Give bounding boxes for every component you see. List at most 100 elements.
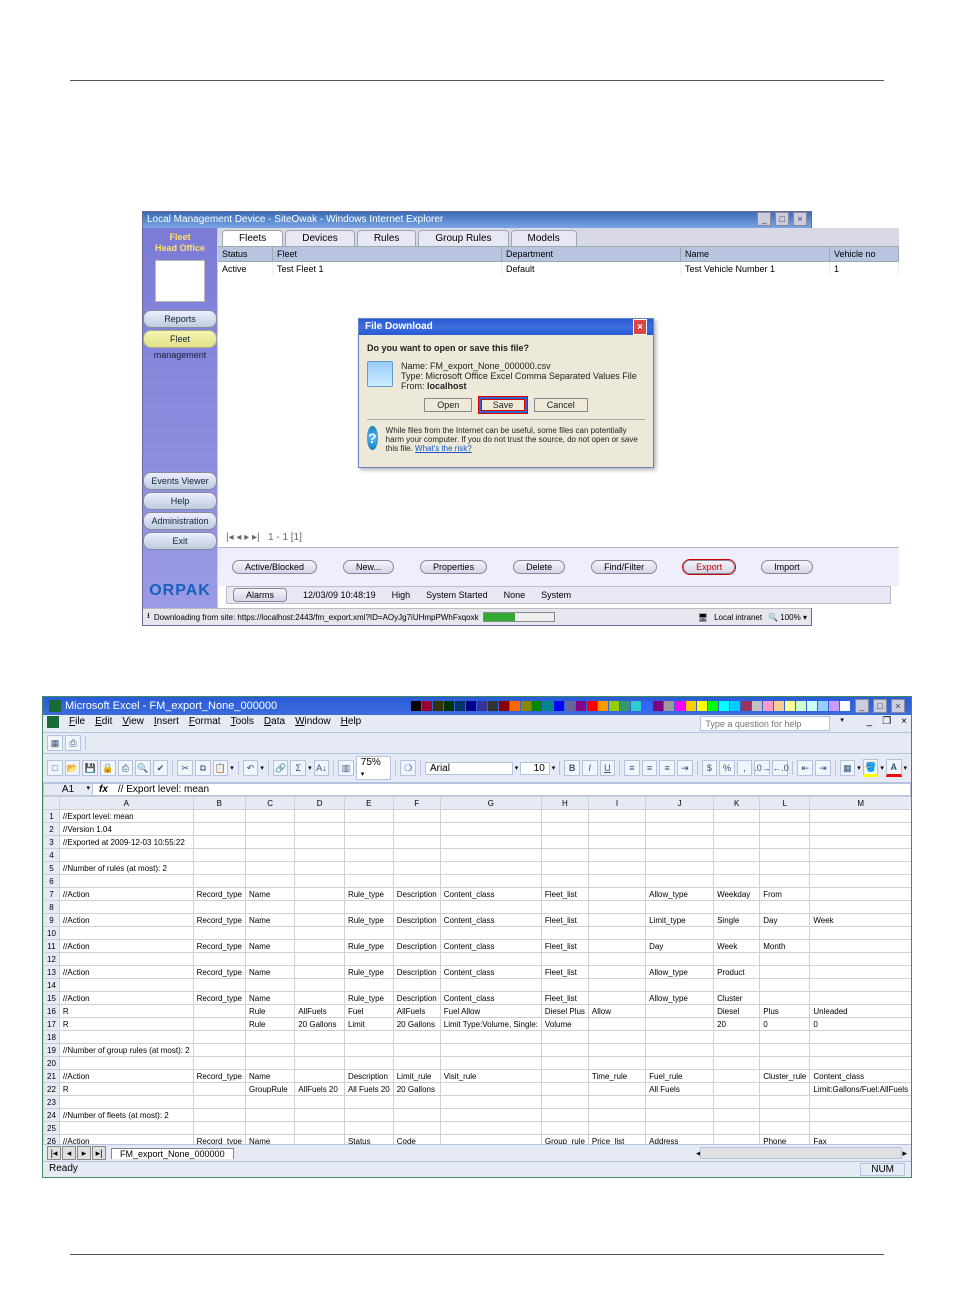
cell[interactable] xyxy=(393,823,440,836)
cell[interactable] xyxy=(541,810,588,823)
cell[interactable] xyxy=(541,1070,588,1083)
cell[interactable] xyxy=(393,810,440,823)
row-header[interactable]: 8 xyxy=(44,901,60,914)
color-swatch[interactable] xyxy=(697,701,707,711)
cell[interactable] xyxy=(193,1122,245,1135)
sheet-prev-icon[interactable]: ◂ xyxy=(62,1146,76,1160)
cell[interactable]: Fuel xyxy=(344,1005,393,1018)
row-header[interactable]: 17 xyxy=(44,1018,60,1031)
cell[interactable]: Rule xyxy=(245,1005,294,1018)
cell[interactable] xyxy=(810,810,911,823)
cell[interactable] xyxy=(193,1044,245,1057)
cell[interactable] xyxy=(245,953,294,966)
fontcolor-icon[interactable]: A xyxy=(886,759,902,777)
cell[interactable]: R xyxy=(59,1005,193,1018)
find-filter-button[interactable]: Find/Filter xyxy=(591,560,657,574)
nav-first-icon[interactable]: |◂ xyxy=(226,532,234,543)
cell[interactable]: //Action xyxy=(59,1070,193,1083)
cell[interactable] xyxy=(393,1057,440,1070)
cell[interactable]: Day xyxy=(760,914,810,927)
col-header[interactable]: C xyxy=(245,797,294,810)
cell[interactable] xyxy=(59,901,193,914)
cell[interactable] xyxy=(588,927,645,940)
cell[interactable] xyxy=(588,862,645,875)
cell[interactable]: AllFuels 20 xyxy=(295,1083,345,1096)
color-swatch[interactable] xyxy=(598,701,608,711)
cell[interactable] xyxy=(646,862,714,875)
cell[interactable] xyxy=(245,862,294,875)
cell[interactable] xyxy=(588,966,645,979)
cell[interactable]: Description xyxy=(393,992,440,1005)
cell[interactable] xyxy=(344,927,393,940)
cell[interactable] xyxy=(810,953,911,966)
window-controls[interactable]: _ □ × xyxy=(756,212,807,228)
cell[interactable] xyxy=(646,1044,714,1057)
cell[interactable]: Fleet_list xyxy=(541,888,588,901)
cell[interactable] xyxy=(344,862,393,875)
cell[interactable]: Record_type xyxy=(193,1135,245,1145)
cell[interactable] xyxy=(193,1096,245,1109)
row-header[interactable]: 24 xyxy=(44,1109,60,1122)
cell[interactable] xyxy=(714,1122,760,1135)
row-header[interactable]: 10 xyxy=(44,927,60,940)
col-header[interactable]: L xyxy=(760,797,810,810)
cell[interactable] xyxy=(760,1109,810,1122)
color-swatch[interactable] xyxy=(708,701,718,711)
cell[interactable] xyxy=(59,875,193,888)
cell[interactable] xyxy=(541,953,588,966)
cell[interactable] xyxy=(714,1031,760,1044)
cell[interactable] xyxy=(193,979,245,992)
cell[interactable]: Address xyxy=(646,1135,714,1145)
cell[interactable] xyxy=(760,992,810,1005)
cell[interactable] xyxy=(588,901,645,914)
cell[interactable] xyxy=(245,927,294,940)
cell[interactable]: Rule_type xyxy=(344,888,393,901)
help-icon[interactable]: ❍ xyxy=(400,760,416,776)
tab-models[interactable]: Models xyxy=(511,230,577,246)
cell[interactable] xyxy=(295,1096,345,1109)
col-header[interactable]: G xyxy=(440,797,541,810)
row-header[interactable]: 4 xyxy=(44,849,60,862)
color-swatch[interactable] xyxy=(785,701,795,711)
row-header[interactable]: 3 xyxy=(44,836,60,849)
cell[interactable]: Phone xyxy=(760,1135,810,1145)
cell[interactable] xyxy=(541,823,588,836)
cell[interactable] xyxy=(295,862,345,875)
sidebar-btn-exit[interactable]: Exit xyxy=(143,532,217,550)
cell[interactable]: Record_type xyxy=(193,888,245,901)
cell[interactable]: 20 Gallons xyxy=(295,1018,345,1031)
cell[interactable] xyxy=(646,810,714,823)
cell[interactable]: Content_class xyxy=(440,940,541,953)
cell[interactable]: //Version 1.04 xyxy=(59,823,193,836)
cut-icon[interactable]: ✂ xyxy=(177,760,193,776)
cell[interactable] xyxy=(440,836,541,849)
new-icon[interactable]: □ xyxy=(47,760,63,776)
cell[interactable]: Allow xyxy=(588,1005,645,1018)
cell[interactable] xyxy=(295,849,345,862)
cell[interactable] xyxy=(646,1031,714,1044)
cell[interactable] xyxy=(193,823,245,836)
cell[interactable]: Limit_type xyxy=(646,914,714,927)
cell[interactable] xyxy=(646,1122,714,1135)
align-left-icon[interactable]: ≡ xyxy=(624,760,640,776)
font-dropdown[interactable]: Arial xyxy=(425,762,513,775)
cell[interactable] xyxy=(393,849,440,862)
cell[interactable] xyxy=(193,875,245,888)
cell[interactable] xyxy=(810,849,911,862)
cell[interactable] xyxy=(193,901,245,914)
color-swatch[interactable] xyxy=(510,701,520,711)
cell[interactable] xyxy=(295,940,345,953)
cell[interactable]: //Action xyxy=(59,888,193,901)
cell[interactable]: Diesel xyxy=(714,1005,760,1018)
cell[interactable] xyxy=(295,1031,345,1044)
cell[interactable]: Price_list xyxy=(588,1135,645,1145)
cell[interactable] xyxy=(344,1109,393,1122)
cell[interactable] xyxy=(440,810,541,823)
menu-help[interactable]: Help xyxy=(341,716,362,727)
cell[interactable] xyxy=(440,1031,541,1044)
cell[interactable]: Diesel Plus xyxy=(541,1005,588,1018)
cell[interactable] xyxy=(393,1044,440,1057)
cell[interactable] xyxy=(646,1096,714,1109)
row-header[interactable]: 16 xyxy=(44,1005,60,1018)
cell[interactable] xyxy=(646,979,714,992)
